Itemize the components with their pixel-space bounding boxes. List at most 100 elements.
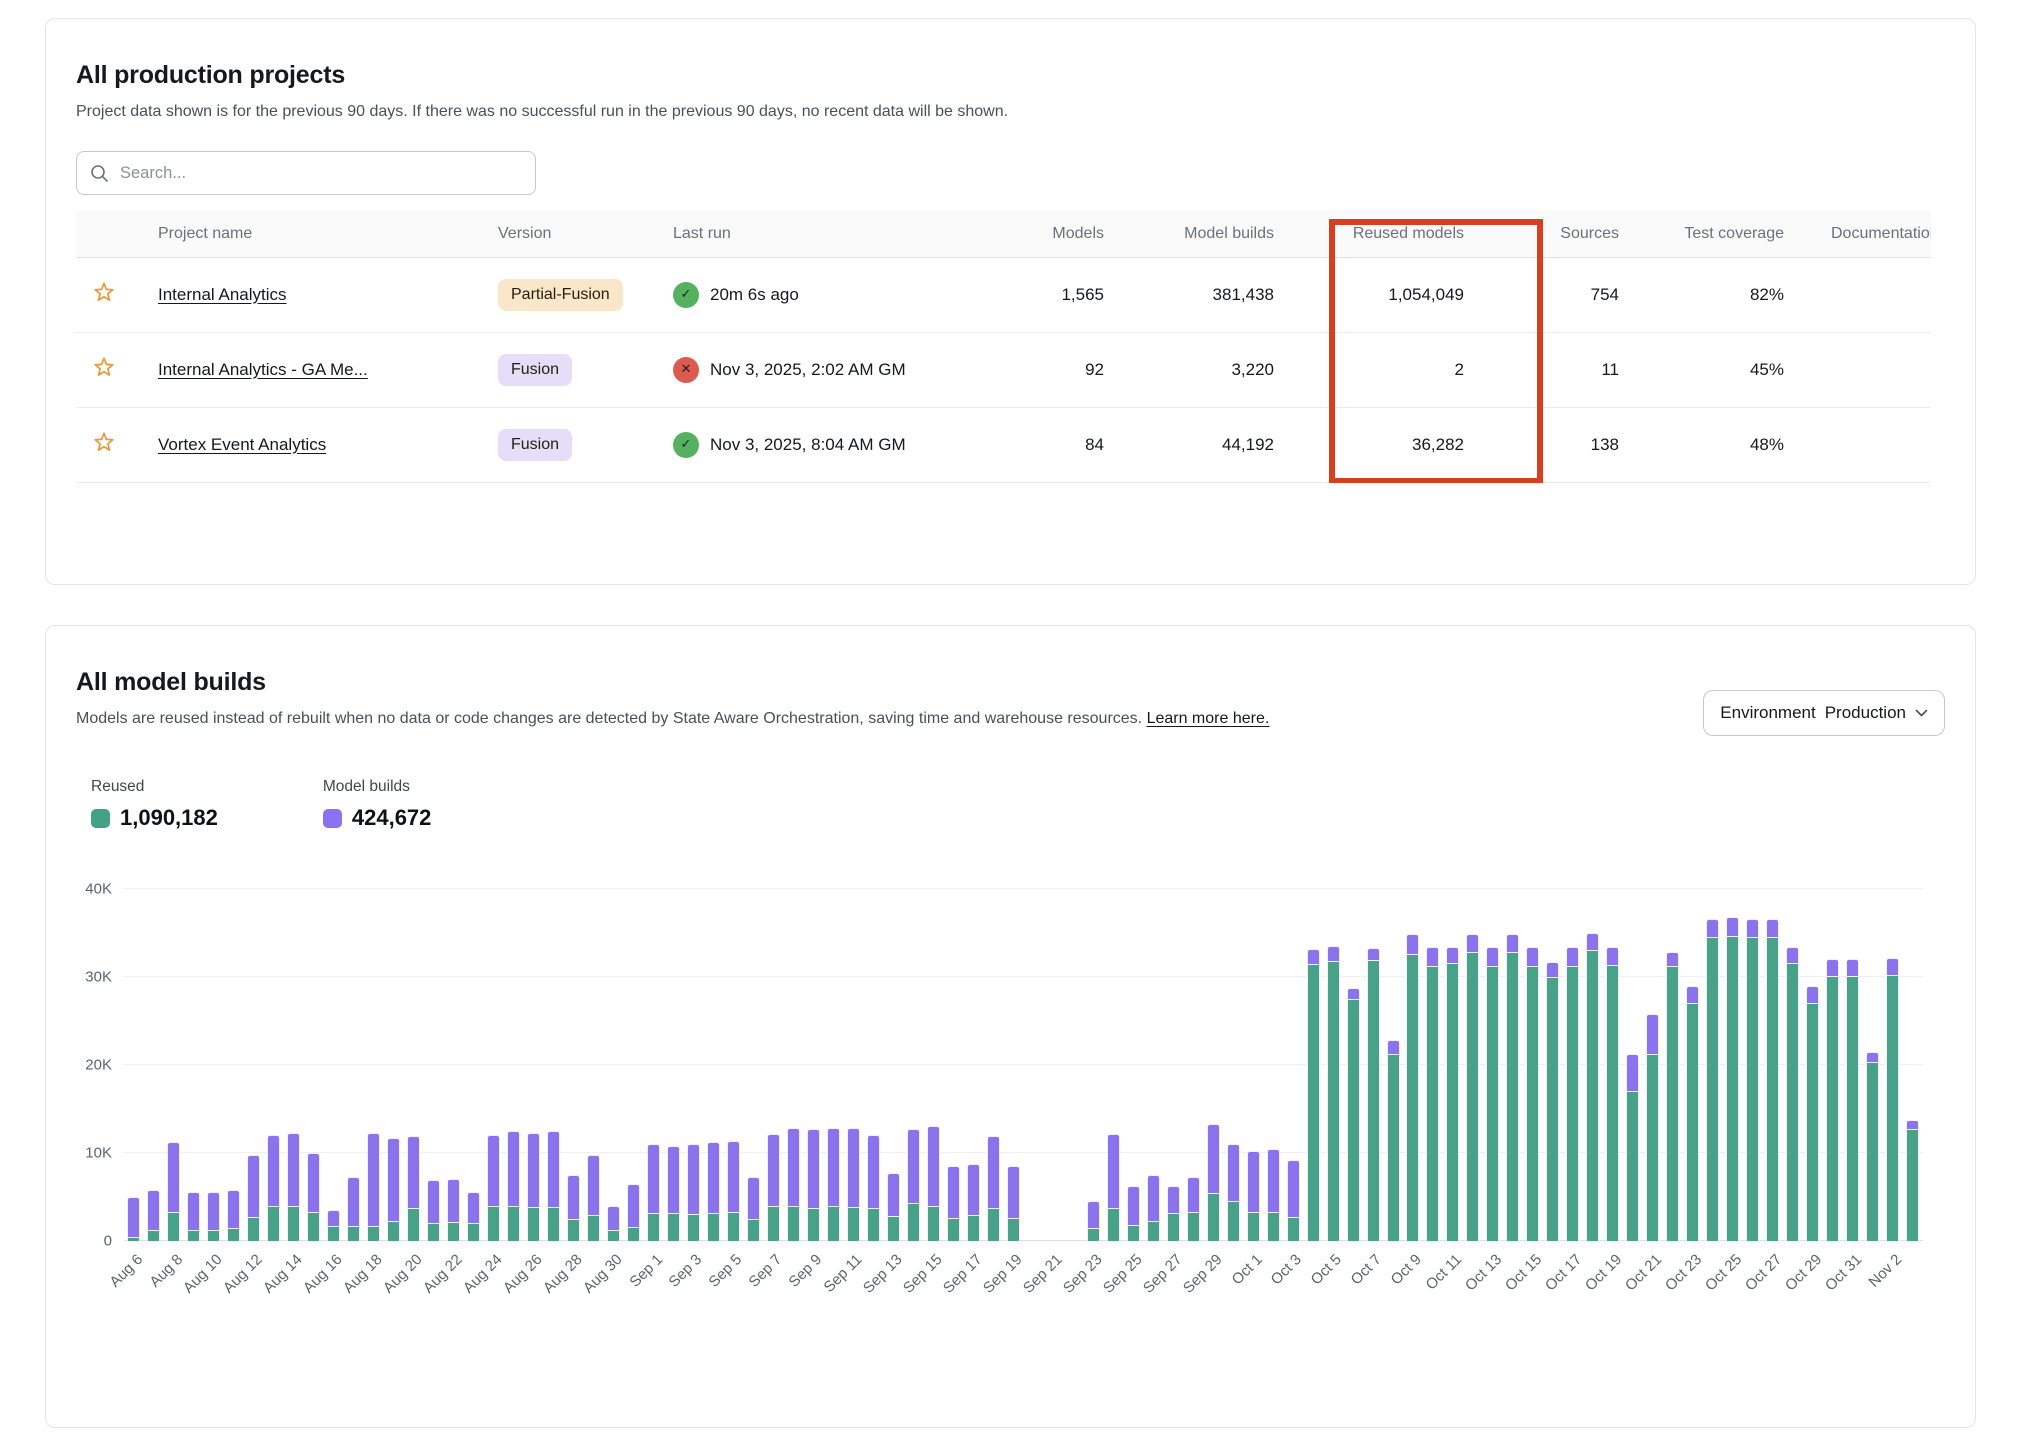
column-header-model-builds: Model builds <box>1116 211 1286 257</box>
bar <box>744 889 764 1241</box>
model-builds-cell: 381,438 <box>1116 257 1286 332</box>
bar-segment-reused <box>1506 952 1519 1241</box>
bar-segment-reused <box>507 1206 520 1241</box>
bar <box>1443 889 1463 1241</box>
bar-segment-model-builds <box>1746 919 1759 937</box>
search-input[interactable] <box>118 163 522 184</box>
x-tick-label: Sep 19 <box>980 1251 1026 1297</box>
bar <box>704 889 724 1241</box>
project-link[interactable]: Internal Analytics <box>158 285 287 304</box>
bar-segment-model-builds <box>1726 917 1739 935</box>
bar <box>983 889 1003 1241</box>
project-link[interactable]: Internal Analytics - GA Me... <box>158 360 368 379</box>
learn-more-link[interactable]: Learn more here. <box>1147 710 1270 727</box>
bar-segment-reused <box>1347 999 1360 1241</box>
bar <box>1323 889 1343 1241</box>
bar-segment-reused <box>1287 1217 1300 1241</box>
bar <box>204 889 224 1241</box>
bar <box>1383 889 1403 1241</box>
documentation-cell <box>1796 257 1931 332</box>
bar-segment-reused <box>847 1207 860 1241</box>
bar <box>1543 889 1563 1241</box>
bar <box>1503 889 1523 1241</box>
environment-dropdown[interactable]: Environment Production <box>1703 690 1945 736</box>
column-header-version: Version <box>486 211 661 257</box>
x-tick-label: Nov 2 <box>1865 1251 1905 1291</box>
bar <box>903 889 923 1241</box>
favorite-star-button[interactable] <box>92 280 116 304</box>
production-projects-card: All production projects Project data sho… <box>45 18 1976 585</box>
run-success-icon: ✓ <box>673 282 699 308</box>
bar-segment-reused <box>407 1208 420 1241</box>
y-tick-label: 30K <box>85 969 112 986</box>
bar-segment-model-builds <box>447 1179 460 1222</box>
bar <box>1463 889 1483 1241</box>
star-icon <box>92 355 116 379</box>
environment-dropdown-label: Environment <box>1720 703 1815 723</box>
bar-segment-model-builds <box>1766 919 1779 937</box>
bar-segment-reused <box>1546 977 1559 1241</box>
chart-plot-area <box>124 889 1923 1241</box>
bar <box>444 889 464 1241</box>
bar <box>1783 889 1803 1241</box>
version-badge: Fusion <box>498 354 572 386</box>
version-cell: Fusion <box>486 332 661 407</box>
x-tick-label: Oct 27 <box>1742 1251 1785 1294</box>
x-tick-label: Aug 22 <box>420 1251 466 1297</box>
bar <box>124 889 144 1241</box>
bar-segment-model-builds <box>1586 933 1599 950</box>
favorite-star-button[interactable] <box>92 430 116 454</box>
bar-segment-model-builds <box>307 1153 320 1212</box>
search-box[interactable] <box>76 151 536 195</box>
bar <box>284 889 304 1241</box>
bar-segment-model-builds <box>327 1210 340 1226</box>
bar <box>863 889 883 1241</box>
bar-segment-reused <box>727 1212 740 1241</box>
bar-segment-model-builds <box>1307 949 1320 964</box>
reused-models-cell: 1,054,049 <box>1286 257 1476 332</box>
bar-segment-model-builds <box>1486 947 1499 965</box>
column-header-project-name: Project name <box>146 211 486 257</box>
bar-segment-reused <box>1227 1201 1240 1241</box>
bar-segment-reused <box>867 1208 880 1241</box>
bar-segment-model-builds <box>547 1131 560 1207</box>
bar-segment-reused <box>787 1206 800 1241</box>
favorite-star-button[interactable] <box>92 355 116 379</box>
chart-y-axis: 010K20K30K40K <box>76 889 124 1241</box>
project-name-cell: Vortex Event Analytics <box>146 407 486 482</box>
project-link[interactable]: Vortex Event Analytics <box>158 435 326 454</box>
bar-segment-reused <box>887 1216 900 1241</box>
bar-segment-model-builds <box>367 1133 380 1226</box>
bar <box>1343 889 1363 1241</box>
bar <box>1363 889 1383 1241</box>
bar-segment-reused <box>1446 963 1459 1241</box>
bar-segment-reused <box>747 1219 760 1241</box>
bar-segment-reused <box>687 1214 700 1241</box>
y-tick-label: 40K <box>85 881 112 898</box>
bar <box>1683 889 1703 1241</box>
bar <box>1143 889 1163 1241</box>
bar-segment-reused <box>267 1206 280 1241</box>
bar-segment-reused <box>1406 954 1419 1241</box>
bar-segment-reused <box>1686 1003 1699 1241</box>
bar-segment-reused <box>1906 1129 1919 1241</box>
bar-segment-reused <box>1426 966 1439 1241</box>
bar-segment-model-builds <box>487 1135 500 1206</box>
bar-segment-model-builds <box>987 1136 1000 1208</box>
bar <box>1123 889 1143 1241</box>
last-run-cell: ✕Nov 3, 2025, 2:02 AM GM <box>661 332 1001 407</box>
bar-segment-reused <box>1387 1054 1400 1241</box>
x-tick-label: Sep 11 <box>821 1251 866 1296</box>
table-row: Internal AnalyticsPartial-Fusion✓20m 6s … <box>76 257 1931 332</box>
legend-chip-model-builds <box>323 809 342 828</box>
x-tick-label: Aug 24 <box>460 1251 506 1297</box>
model-builds-cell: 3,220 <box>1116 332 1286 407</box>
model-builds-chart: 010K20K30K40K Aug 6Aug 8Aug 10Aug 12Aug … <box>76 889 1945 1326</box>
bar <box>324 889 344 1241</box>
bar-segment-model-builds <box>407 1136 420 1207</box>
bar <box>144 889 164 1241</box>
bar-segment-reused <box>627 1227 640 1241</box>
bar-segment-model-builds <box>1546 962 1559 977</box>
bar <box>1023 889 1043 1241</box>
bar <box>644 889 664 1241</box>
